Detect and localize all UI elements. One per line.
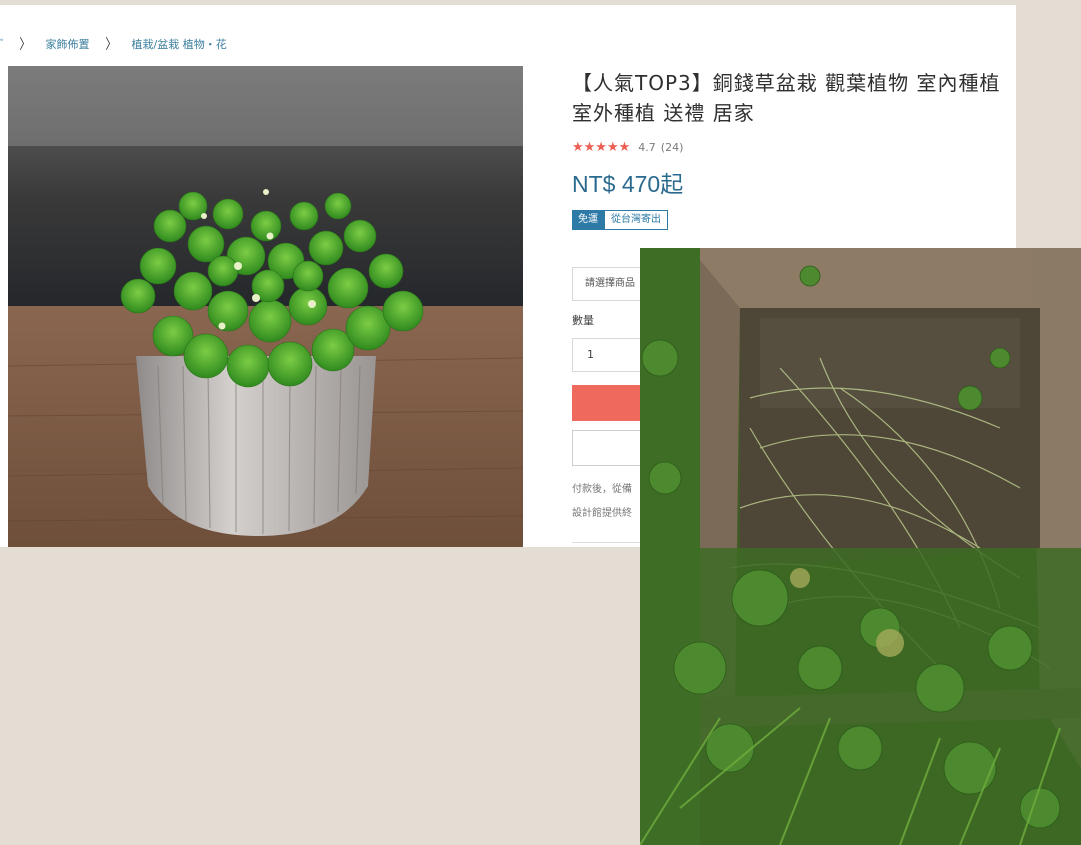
breadcrumb-item-home-decor[interactable]: 家飾佈置 (46, 36, 90, 52)
product-title: 【人氣TOP3】銅錢草盆栽 觀葉植物 室內種植 室外種植 送禮 居家 (572, 71, 1001, 125)
product-price: NT$ 470起 (572, 171, 684, 197)
planter-overlay-photo (640, 248, 1081, 845)
product-hero-image[interactable] (8, 66, 523, 547)
studio-note: 設計館提供終 (572, 508, 632, 519)
breadcrumb-cut-item[interactable]: ﾞ (0, 36, 6, 52)
star-rating-icon: ★★★★★ (572, 140, 631, 155)
breadcrumb: ﾞ 〉 家飾佈置 〉 植栽/盆栽 植物・花 (0, 35, 233, 53)
shipping-note: 付款後，從備 (572, 484, 632, 495)
quantity-label: 數量 (572, 314, 594, 327)
product-rating[interactable]: ★★★★★ 4.7 (24) (572, 140, 683, 155)
ship-origin-badge: 從台灣寄出 (604, 210, 668, 230)
review-count: (24) (660, 141, 684, 154)
breadcrumb-item-plants[interactable]: 植栽/盆栽 植物・花 (132, 36, 227, 52)
rating-score: 4.7 (638, 141, 656, 154)
shipping-tags: 免運 從台灣寄出 (572, 210, 668, 230)
chevron-right-icon: 〉 (104, 37, 117, 53)
chevron-right-icon: 〉 (18, 37, 31, 53)
free-shipping-badge: 免運 (572, 210, 604, 230)
